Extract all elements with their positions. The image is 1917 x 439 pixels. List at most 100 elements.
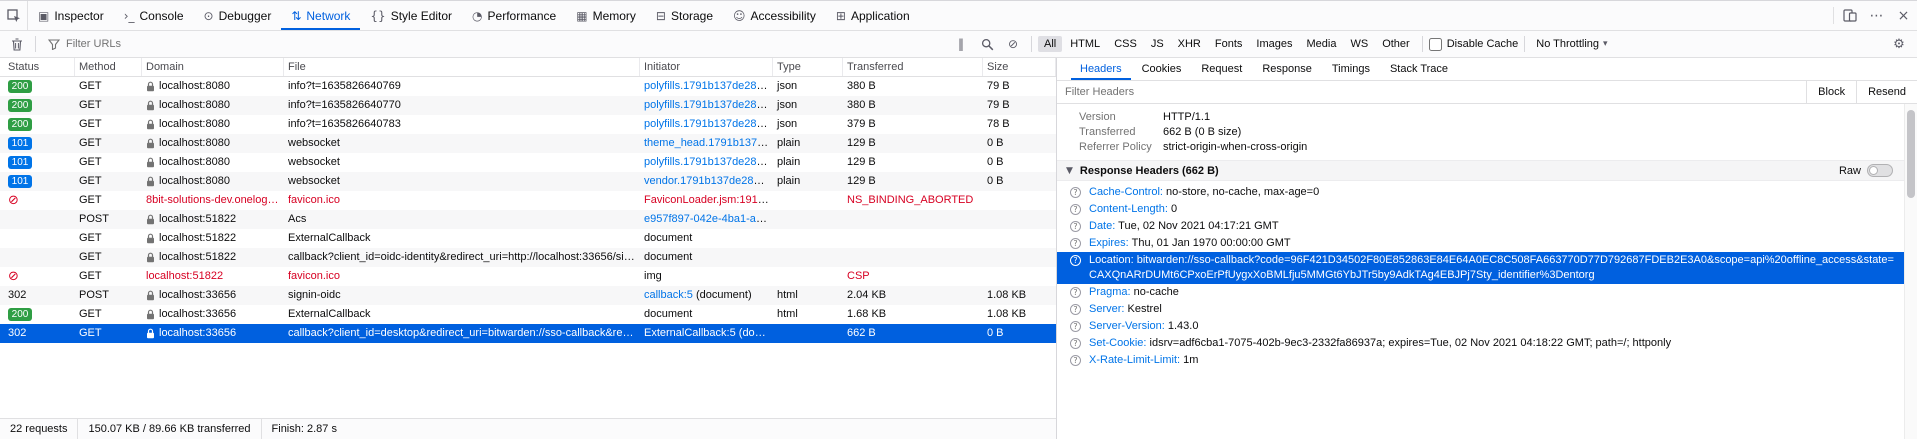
table-row[interactable]: 200 GET localhost:8080 info?t=1635826640… [0,115,1056,134]
filter-html[interactable]: HTML [1064,36,1106,52]
tab-accessibility[interactable]: ☺ Accessibility [723,1,826,30]
responsive-design-button[interactable] [1836,1,1863,30]
details-tab-timings[interactable]: Timings [1323,58,1379,80]
filter-xhr[interactable]: XHR [1172,36,1207,52]
lock-icon [146,176,155,187]
filter-fonts[interactable]: Fonts [1209,36,1249,52]
response-header-row[interactable]: ? Server-Version: 1.43.0 [1057,318,1904,335]
filter-ws[interactable]: WS [1344,36,1374,52]
tab-application[interactable]: ⊞ Application [826,1,920,30]
initiator-link[interactable]: e957f897-042e-4ba1-aff1-… [644,213,773,225]
search-button[interactable] [975,34,999,55]
filter-all[interactable]: All [1038,36,1062,52]
help-icon[interactable]: ? [1070,287,1081,298]
column-header[interactable]: Method [75,58,142,76]
details-scrollbar[interactable] [1904,104,1917,439]
initiator-link[interactable]: polyfills.1791b137de281b787… [644,156,773,168]
help-icon[interactable]: ? [1070,255,1081,266]
table-row[interactable]: GET localhost:51822 callback?client_id=o… [0,248,1056,267]
initiator-link[interactable]: ExternalCallback:5 [644,327,736,339]
disable-cache-checkbox[interactable]: Disable Cache [1429,38,1519,51]
response-header-row[interactable]: ? X-Rate-Limit-Limit: 1m [1057,352,1904,369]
help-icon[interactable]: ? [1070,304,1081,315]
initiator-link[interactable]: polyfills.1791b137de281b787… [644,80,773,92]
meatball-menu-icon[interactable]: ⋯ [1863,1,1890,30]
response-header-row[interactable]: ? Server: Kestrel [1057,301,1904,318]
filter-other[interactable]: Other [1376,36,1416,52]
table-row[interactable]: 101 GET localhost:8080 websocket vendor.… [0,172,1056,191]
table-row[interactable]: 200 GET localhost:8080 info?t=1635826640… [0,96,1056,115]
column-header[interactable]: Type [773,58,843,76]
tab-console[interactable]: ›_ Console [114,1,194,30]
help-icon[interactable]: ? [1070,355,1081,366]
filter-media[interactable]: Media [1300,36,1342,52]
network-settings-icon[interactable]: ⚙ [1886,37,1912,52]
details-tab-cookies[interactable]: Cookies [1133,58,1191,80]
help-icon[interactable]: ? [1070,321,1081,332]
help-icon[interactable]: ? [1070,187,1081,198]
column-header[interactable]: Transferred [843,58,983,76]
table-row[interactable]: 302 GET localhost:33656 callback?client_… [0,324,1056,343]
filter-js[interactable]: JS [1145,36,1170,52]
table-row[interactable]: 200 GET localhost:8080 info?t=1635826640… [0,77,1056,96]
response-header-row[interactable]: ? Cache-Control: no-store, no-cache, max… [1057,184,1904,201]
lock-icon [146,119,155,130]
clear-requests-button[interactable] [5,34,29,55]
column-header[interactable]: Status [0,58,75,76]
initiator-link[interactable]: polyfills.1791b137de281b787… [644,99,773,111]
table-row[interactable]: POST localhost:51822 Acs e957f897-042e-4… [0,210,1056,229]
raw-headers-toggle[interactable]: Raw [1839,164,1895,177]
initiator-link[interactable]: vendor.1791b137de281b787… [644,175,773,187]
table-row[interactable]: 101 GET localhost:8080 websocket polyfil… [0,153,1056,172]
help-icon[interactable]: ? [1070,238,1081,249]
help-icon[interactable]: ? [1070,204,1081,215]
details-tab-headers[interactable]: Headers [1071,58,1131,80]
filter-headers-input[interactable] [1065,86,1798,98]
table-row[interactable]: ⊘ GET localhost:51822 favicon.ico img CS… [0,267,1056,286]
table-row[interactable]: ⊘ GET 8bit-solutions-dev.onelogin… favic… [0,191,1056,210]
table-row[interactable]: 302 POST localhost:33656 signin-oidc cal… [0,286,1056,305]
pick-element-button[interactable] [0,1,28,30]
pause-recording-icon[interactable]: ‖ [949,34,973,55]
tab-debugger[interactable]: ⊙ Debugger [194,1,282,30]
column-header[interactable]: Domain [142,58,284,76]
details-tab-request[interactable]: Request [1192,58,1251,80]
response-header-row[interactable]: ? Date: Tue, 02 Nov 2021 04:17:21 GMT [1057,218,1904,235]
table-row[interactable]: 200 GET localhost:33656 ExternalCallback… [0,305,1056,324]
response-header-row[interactable]: ? Expires: Thu, 01 Jan 1970 00:00:00 GMT [1057,235,1904,252]
column-header[interactable]: Initiator [640,58,773,76]
close-devtools-icon[interactable]: × [1890,1,1917,30]
initiator-link[interactable]: polyfills.1791b137de281b787… [644,118,773,130]
tab-network[interactable]: ⇅ Network [281,1,360,30]
table-row[interactable]: GET localhost:51822 ExternalCallback doc… [0,229,1056,248]
response-header-row[interactable]: ? Pragma: no-cache [1057,284,1904,301]
column-header[interactable]: Size [983,58,1056,76]
tab-inspector[interactable]: ▣ Inspector [28,1,114,30]
tab-performance[interactable]: ◔ Performance [462,1,566,30]
help-icon[interactable]: ? [1070,338,1081,349]
details-tab-response[interactable]: Response [1253,58,1321,80]
response-header-row[interactable]: ? Set-Cookie: idsrv=adf6cba1-7075-402b-9… [1057,335,1904,352]
filter-urls-input[interactable] [66,38,947,50]
disable-cache-input[interactable] [1429,38,1442,51]
initiator-link[interactable]: theme_head.1791b137de281… [644,137,773,149]
response-header-row[interactable]: ? Location: bitwarden://sso-callback?cod… [1057,252,1904,284]
details-tab-stack-trace[interactable]: Stack Trace [1381,58,1457,80]
tab-style-editor[interactable]: {} Style Editor [360,1,462,30]
tab-memory[interactable]: ▦ Memory [566,1,646,30]
filter-images[interactable]: Images [1250,36,1298,52]
table-row[interactable]: 101 GET localhost:8080 websocket theme_h… [0,134,1056,153]
column-header[interactable]: File [284,58,640,76]
tab-storage[interactable]: ⊟ Storage [646,1,723,30]
response-header-row[interactable]: ? Content-Length: 0 [1057,201,1904,218]
request-blocking-icon[interactable]: ⊘ [1001,34,1025,55]
block-button[interactable]: Block [1806,81,1856,103]
throttling-select[interactable]: No Throttling ▾ [1531,36,1612,52]
response-headers-accordion[interactable]: ▼ Response Headers (662 B) Raw [1057,160,1904,181]
transferred-cell: 129 B [843,134,983,153]
scrollbar-thumb[interactable] [1907,110,1915,198]
help-icon[interactable]: ? [1070,221,1081,232]
initiator-link[interactable]: callback:5 [644,289,693,301]
filter-css[interactable]: CSS [1108,36,1143,52]
resend-button[interactable]: Resend [1856,81,1917,103]
